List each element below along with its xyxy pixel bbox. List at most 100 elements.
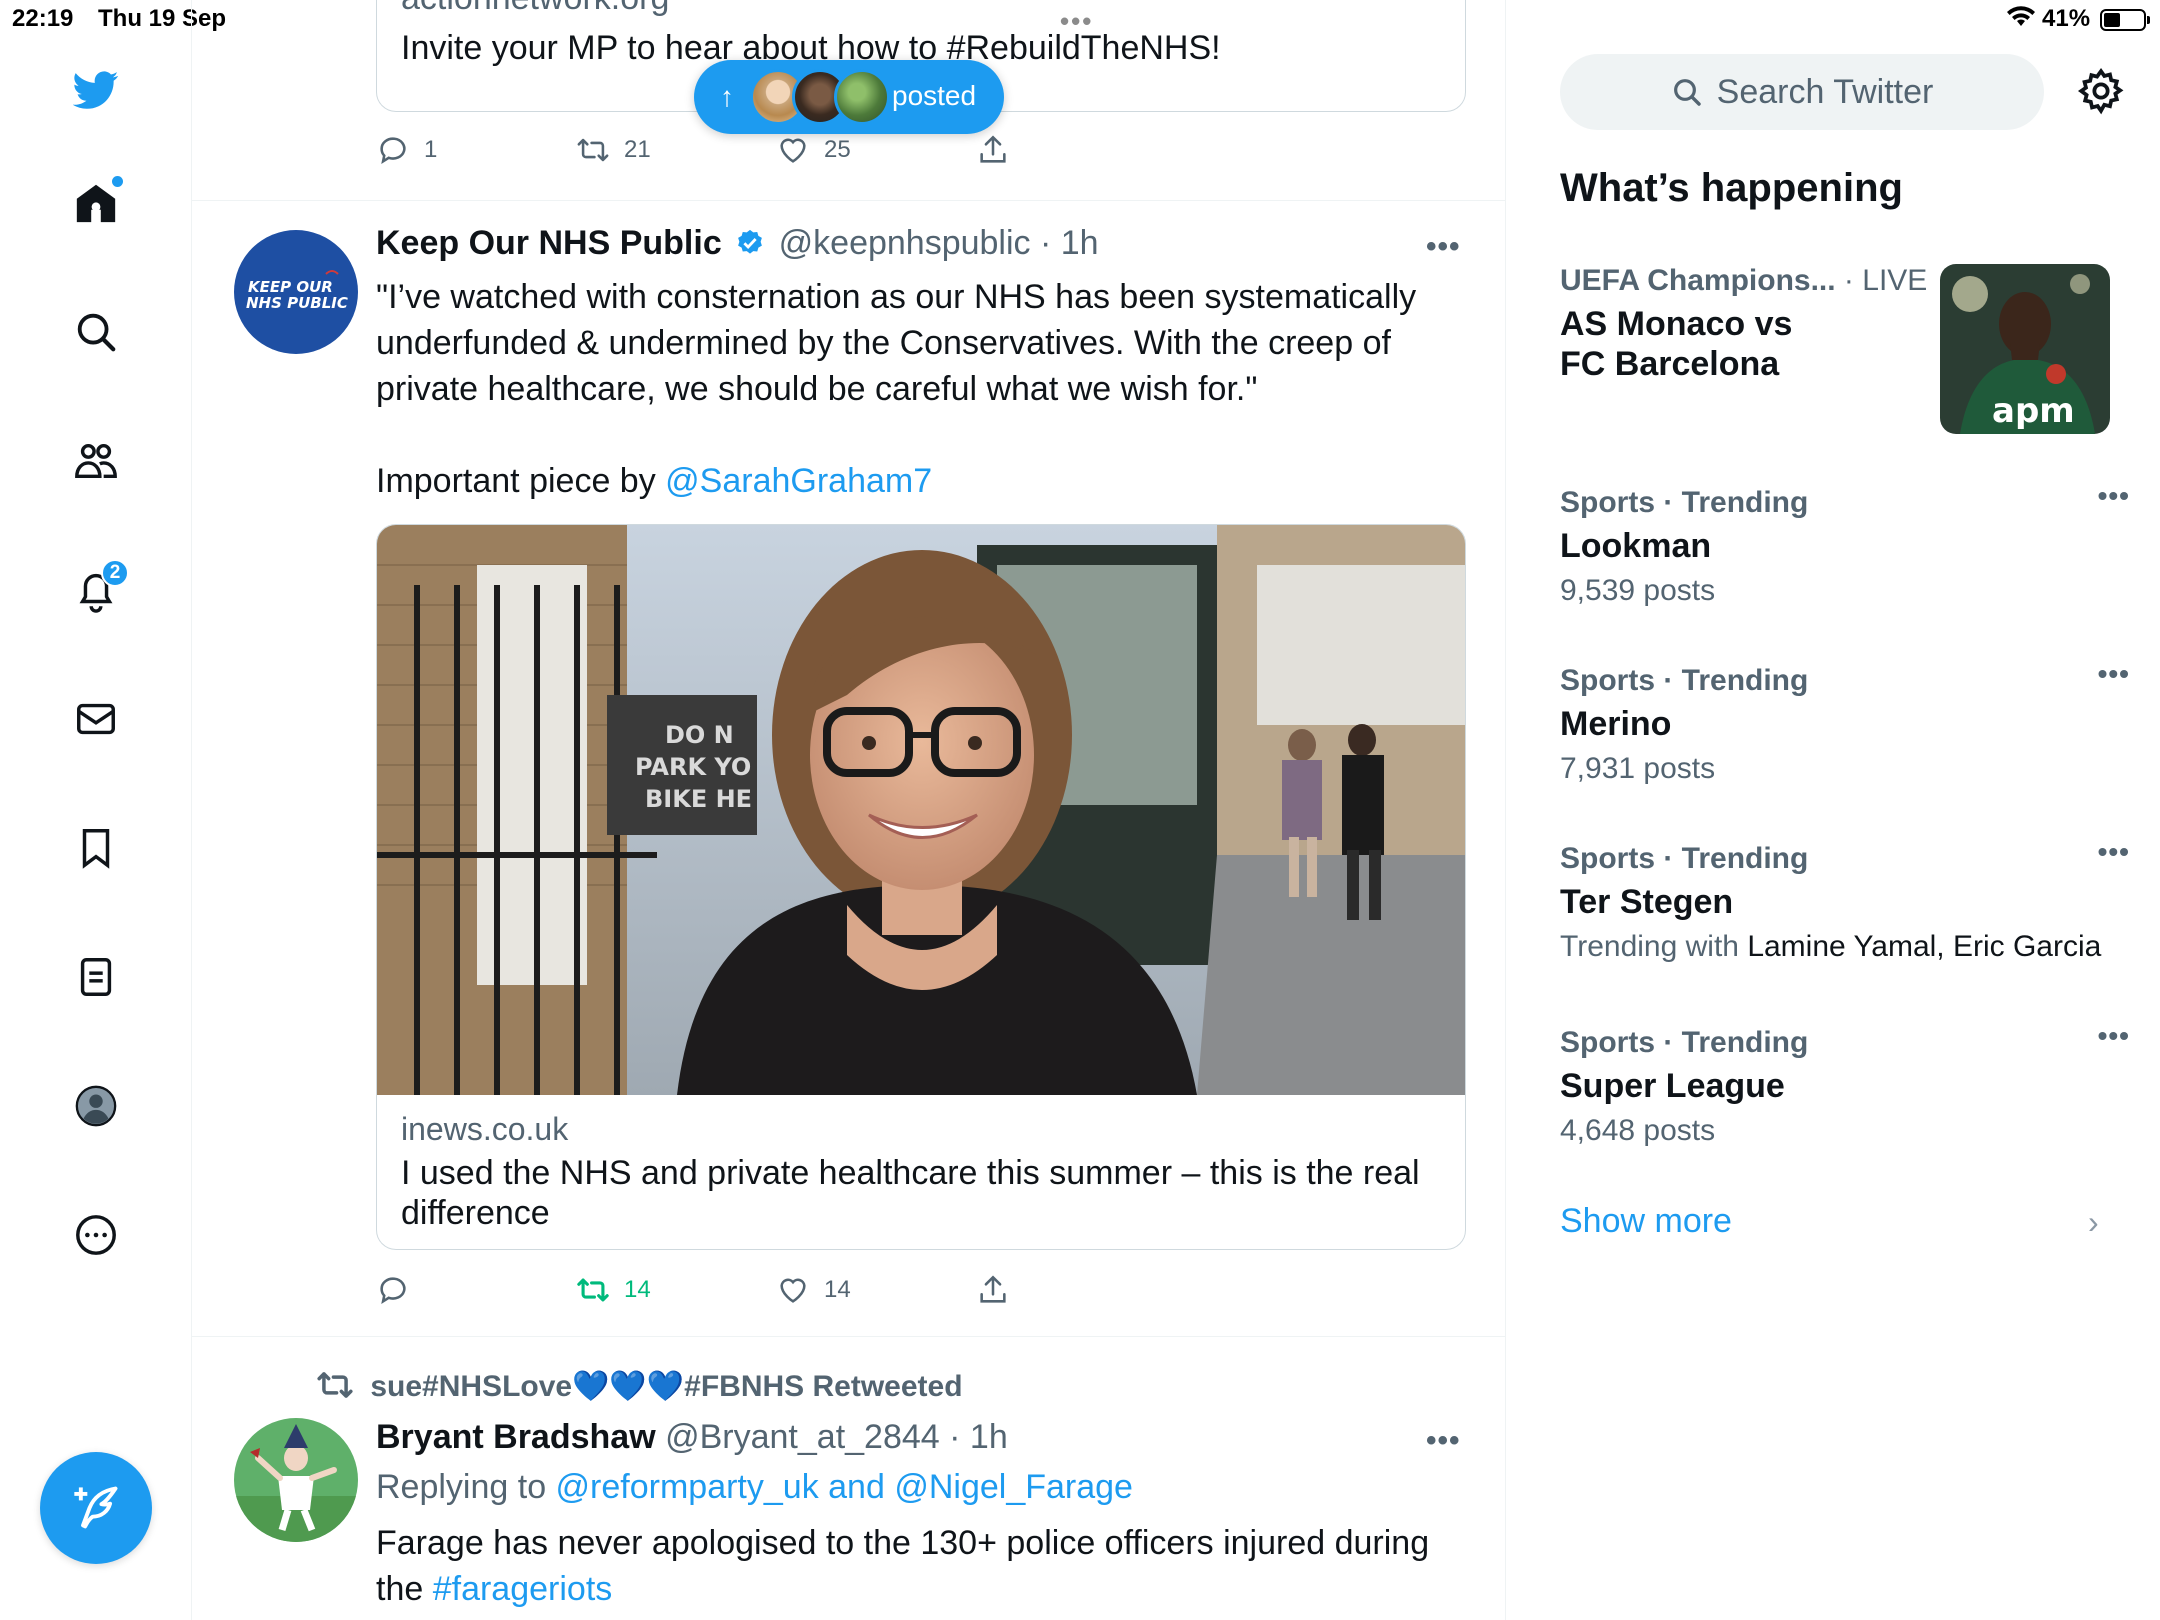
profile-icon[interactable] [61,1071,131,1141]
tweet-header: Keep Our NHS Public @keepnhspublic · 1h [376,224,1099,263]
whats-happening-title: What’s happening [1560,166,1903,210]
trending-with-label: Trending with [1560,930,1748,963]
trend-name: Super League [1560,1067,1785,1105]
twitter-logo-icon[interactable] [61,55,131,125]
author-name[interactable]: Keep Our NHS Public [376,224,722,262]
avatar[interactable] [234,1418,358,1542]
tweet-text-line: underfunded & undermined by the Conserva… [376,324,1391,362]
trend-item[interactable]: Sports · Trending Merino 7,931 posts ••• [1560,658,2129,786]
tweet-text-line: private healthcare, we should be careful… [376,370,1258,408]
bookmarks-icon[interactable] [61,813,131,883]
tweet-time: · 1h [949,1418,1008,1456]
avatar [834,69,890,125]
link-card-title: I used the NHS and private healthcare th… [401,1154,1420,1232]
share-icon [980,1275,1006,1303]
lists-icon[interactable] [61,942,131,1012]
retweeted-by: sue#NHSLove💙💙💙#FBNHS Retweeted [316,1366,963,1404]
more-options-icon[interactable]: ••• [2098,836,2130,868]
trend-meta: UEFA Champions... · LIVE [1560,264,1927,298]
more-icon[interactable] [61,1200,131,1270]
retweet-count: 21 [624,136,651,163]
retweet-icon [317,1372,353,1398]
compose-button[interactable] [40,1452,152,1564]
timeline[interactable]: actionnetwork.org Invite your MP to hear… [192,0,1506,1620]
trend-item[interactable]: UEFA Champions... · LIVE AS Monaco vs FC… [1560,264,1927,384]
reply-button[interactable]: 1 [376,128,437,172]
trend-category: Sports · Trending [1560,842,1809,875]
divider [192,1336,1505,1337]
retweet-button[interactable]: 21 [576,128,651,172]
avatar[interactable]: KEEP OUR NHS PUBLIC [234,230,358,354]
trend-name: FC Barcelona [1560,345,1780,383]
mention-link[interactable]: @SarahGraham7 [665,462,932,500]
retweeted-by-text[interactable]: sue#NHSLove💙💙💙#FBNHS Retweeted [370,1370,962,1403]
trend-name: Merino [1560,705,1672,743]
search-placeholder: Search Twitter [1716,72,1934,111]
search-icon[interactable] [61,297,131,367]
author-handle[interactable]: @Bryant_at_2844 [665,1418,940,1456]
home-icon[interactable] [61,168,131,238]
reply-button[interactable] [376,1268,424,1312]
trend-category: Sports · Trending [1560,486,1809,519]
retweet-button[interactable]: 14 [576,1268,651,1312]
reply-icon [380,137,406,164]
sign-text: PARK YO [635,753,751,781]
trend-name: AS Monaco vs [1560,305,1793,343]
retweet-icon [577,1278,609,1302]
left-nav: 2 [0,0,192,1620]
verified-badge-icon [738,229,763,254]
share-icon [980,135,1006,163]
replying-to-handles[interactable]: @reformparty_uk and @Nigel_Farage [556,1468,1133,1506]
tweet-text-line: the #farageriots [376,1566,1486,1612]
more-options-icon[interactable]: ••• [2098,480,2130,512]
trend-item[interactable]: Sports · Trending Lookman 9,539 posts ••… [1560,480,2129,608]
link-card[interactable]: DO N PARK YO BIKE HE inews.co.uk I used … [376,524,1466,1250]
sign-text: DO N [665,721,734,749]
trend-count: 9,539 posts [1560,574,1716,607]
trend-image[interactable]: apm [1940,264,2110,434]
share-button[interactable] [976,1268,1010,1312]
trend-category: UEFA Champions... [1560,264,1836,297]
trend-count: 4,648 posts [1560,1114,1716,1147]
retweet-count: 14 [624,1276,651,1303]
trend-item[interactable]: Sports · Trending Ter Stegen Trending wi… [1560,836,2160,964]
like-count: 25 [824,136,851,163]
reply-icon [380,1277,406,1304]
article-photo: DO N PARK YO BIKE HE [377,525,1465,1095]
trend-image-text: apm [1992,391,2075,431]
tweet-actions: 1 21 25 [376,128,1036,172]
more-options-icon[interactable]: ••• [2098,1020,2130,1052]
messages-icon[interactable] [61,684,131,754]
more-options-icon[interactable]: ••• [1426,1424,1461,1458]
communities-icon[interactable] [61,426,131,496]
home-unread-dot [112,176,123,187]
hashtag-link[interactable]: #farageriots [433,1570,613,1608]
notifications-icon[interactable]: 2 [61,555,131,625]
search-input[interactable]: Search Twitter [1560,54,2044,130]
retweet-icon [577,138,609,162]
author-name[interactable]: Bryant Bradshaw [376,1418,656,1456]
tweet-text-line: Important piece by @SarahGraham7 [376,458,1486,504]
tweet-text-line: Farage has never apologised to the 130+ … [376,1524,1430,1562]
tweet-time: · 1h [1040,224,1099,262]
arrow-up-icon: ↑ [720,81,734,112]
trending-with-names[interactable]: Lamine Yamal, Eric Garcia [1747,930,2101,963]
more-options-icon[interactable]: ••• [1426,230,1461,264]
share-button[interactable] [976,128,1010,172]
trend-category: Sports · Trending [1560,664,1809,697]
compose-icon [74,1486,118,1529]
tweet-text: "I’ve watched with consternation as our … [376,274,1486,504]
more-options-icon[interactable]: ••• [2098,658,2130,690]
gear-icon[interactable] [2076,66,2126,116]
trend-item[interactable]: Sports · Trending Super League 4,648 pos… [1560,1020,2129,1148]
author-handle[interactable]: @keepnhspublic [779,224,1031,262]
heart-icon [780,1278,806,1303]
like-button[interactable]: 14 [776,1268,851,1312]
chevron-right-icon[interactable]: › [2088,1204,2099,1241]
new-posts-pill[interactable]: ↑ posted [694,60,1004,134]
link-card-domain: inews.co.uk [401,1111,569,1147]
like-button[interactable]: 25 [776,128,851,172]
trend-category: Sports · Trending [1560,1026,1809,1059]
show-more-link[interactable]: Show more [1560,1202,1732,1241]
avatar-text: NHS PUBLIC [246,294,348,312]
